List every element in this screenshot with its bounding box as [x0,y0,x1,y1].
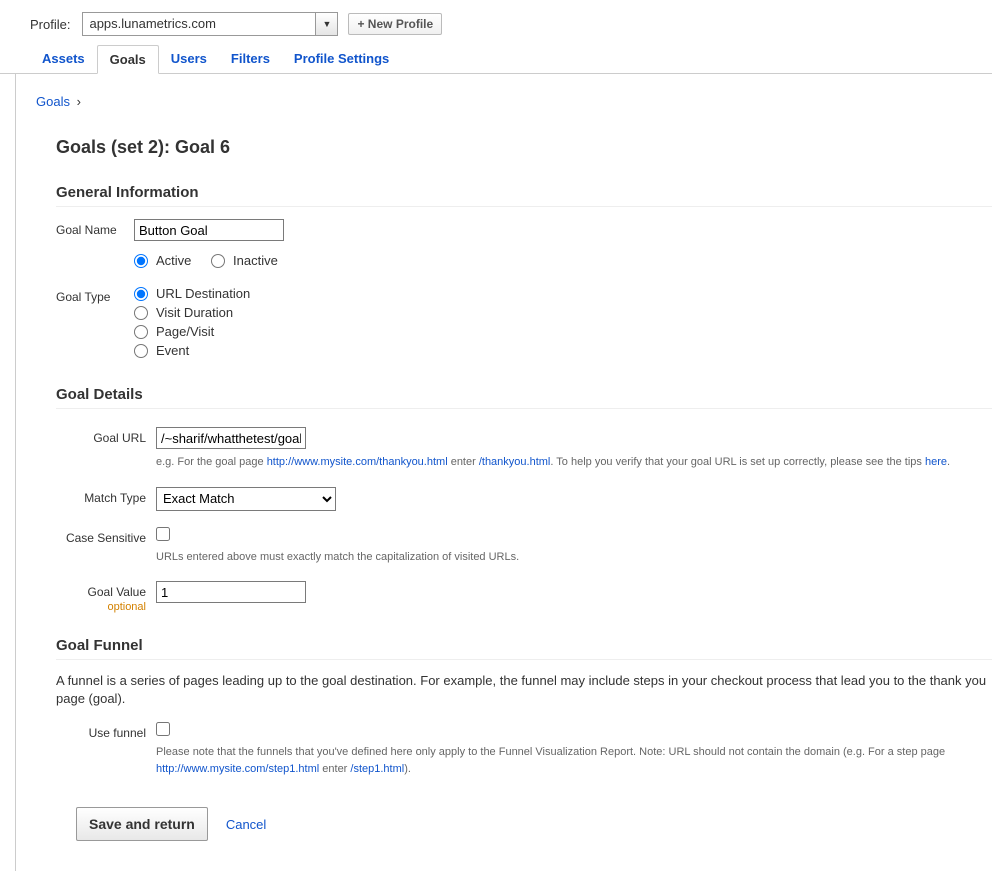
chevron-down-icon: ▼ [315,13,337,35]
status-active-option[interactable]: Active [134,253,191,268]
funnel-description: A funnel is a series of pages leading up… [56,672,992,708]
goal-type-event-option[interactable]: Event [134,343,992,358]
profile-label: Profile: [30,17,70,32]
tab-assets[interactable]: Assets [30,45,97,74]
goal-type-label: Goal Type [56,286,134,304]
funnel-help: Please note that the funnels that you've… [156,744,992,777]
gtype-page-label: Page/Visit [156,324,214,339]
case-sensitive-label: Case Sensitive [56,527,156,545]
radio-event[interactable] [134,344,148,358]
page-title: Goals (set 2): Goal 6 [56,137,992,158]
goal-type-url-option[interactable]: URL Destination [134,286,992,301]
radio-visit-duration[interactable] [134,306,148,320]
section-details-title: Goal Details [56,386,992,409]
use-funnel-label: Use funnel [56,722,156,740]
goal-value-input[interactable] [156,581,306,603]
funnel-example-link[interactable]: http://www.mysite.com/step1.html [156,763,319,775]
cancel-link[interactable]: Cancel [226,817,266,832]
goal-url-label: Goal URL [56,427,156,445]
breadcrumb: Goals › [36,94,992,109]
section-funnel-title: Goal Funnel [56,637,992,660]
tab-profile-settings[interactable]: Profile Settings [282,45,401,74]
status-active-label: Active [156,253,191,268]
goal-url-input[interactable] [156,427,306,449]
here-link[interactable]: here [925,456,947,468]
tab-users[interactable]: Users [159,45,219,74]
profile-select[interactable]: apps.lunametrics.com ▼ [82,12,338,36]
tab-goals[interactable]: Goals [97,45,159,74]
gtype-url-label: URL Destination [156,286,250,301]
goal-name-label: Goal Name [56,219,134,237]
goal-type-page-option[interactable]: Page/Visit [134,324,992,339]
tab-bar: Assets Goals Users Filters Profile Setti… [0,44,992,74]
match-type-label: Match Type [56,487,156,505]
radio-active[interactable] [134,254,148,268]
section-general-title: General Information [56,184,992,207]
goal-value-label: Goal Value optional [56,581,156,613]
status-inactive-option[interactable]: Inactive [211,253,278,268]
new-profile-button[interactable]: + New Profile [348,13,442,35]
radio-inactive[interactable] [211,254,225,268]
goal-name-input[interactable] [134,219,284,241]
example-url-link[interactable]: http://www.mysite.com/thankyou.html [267,456,448,468]
breadcrumb-goals-link[interactable]: Goals [36,94,70,109]
save-button[interactable]: Save and return [76,807,208,841]
use-funnel-checkbox[interactable] [156,722,170,736]
match-type-select[interactable]: Exact Match [156,487,336,511]
status-inactive-label: Inactive [233,253,278,268]
goal-type-visit-option[interactable]: Visit Duration [134,305,992,320]
profile-select-value: apps.lunametrics.com [83,13,315,35]
gtype-event-label: Event [156,343,189,358]
case-sensitive-help: URLs entered above must exactly match th… [156,549,992,566]
gtype-visit-label: Visit Duration [156,305,233,320]
optional-tag: optional [107,601,146,613]
radio-page-visit[interactable] [134,325,148,339]
tab-filters[interactable]: Filters [219,45,282,74]
case-sensitive-checkbox[interactable] [156,527,170,541]
radio-url-destination[interactable] [134,287,148,301]
goal-url-help: e.g. For the goal page http://www.mysite… [156,454,992,471]
